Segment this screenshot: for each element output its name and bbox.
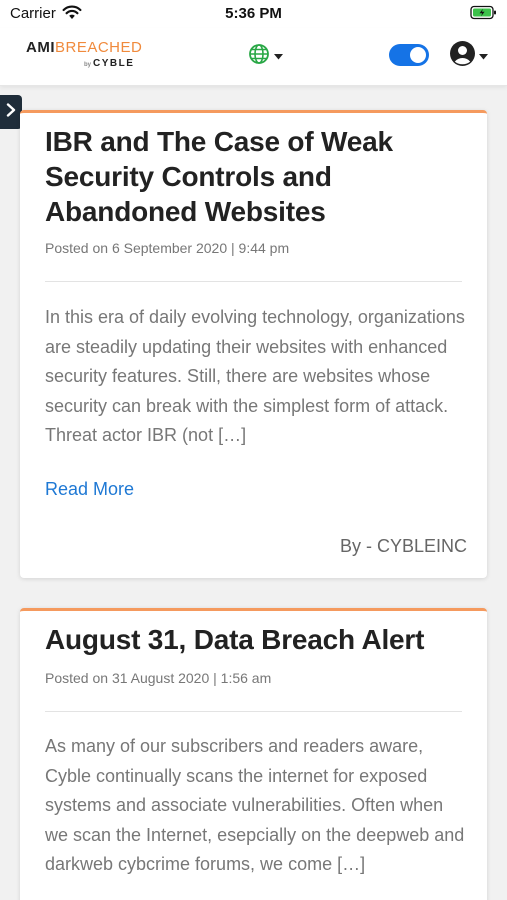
app-header: AMIBREACHED by CYBLE <box>0 28 507 86</box>
user-circle-icon <box>449 40 476 72</box>
post-title[interactable]: August 31, Data Breach Alert <box>45 622 467 657</box>
post-excerpt: In this era of daily evolving technology… <box>45 307 465 445</box>
divider <box>45 281 462 282</box>
logo-accent: BREACHED <box>55 39 143 56</box>
battery-charging-icon <box>470 5 497 25</box>
logo-by: by <box>84 62 92 68</box>
read-more-link[interactable]: Read More <box>45 479 134 500</box>
post-date: Posted on 31 August 2020 | 1:56 am <box>45 670 272 686</box>
globe-icon <box>248 43 270 70</box>
logo-brand: CYBLE <box>93 58 135 69</box>
chevron-right-icon <box>6 102 16 122</box>
user-menu[interactable] <box>449 40 491 72</box>
post-card: August 31, Data Breach Alert Posted on 3… <box>20 608 487 900</box>
chevron-down-icon <box>479 47 488 65</box>
post-excerpt: As many of our subscribers and readers a… <box>45 736 465 874</box>
post-card: IBR and The Case of Weak Security Contro… <box>20 110 487 578</box>
language-selector[interactable] <box>248 43 288 70</box>
amibreached-logo[interactable]: AMIBREACHED by CYBLE <box>26 39 156 73</box>
chevron-down-icon <box>274 47 283 65</box>
logo-primary: AMI <box>26 39 55 56</box>
status-bar: Carrier 5:36 PM <box>0 0 507 28</box>
post-author: By - CYBLEINC <box>339 536 467 556</box>
sidebar-toggle-button[interactable] <box>0 95 22 129</box>
post-title[interactable]: IBR and The Case of Weak Security Contro… <box>45 124 467 229</box>
toggle-knob <box>410 47 426 63</box>
clock: 5:36 PM <box>225 5 282 22</box>
post-date: Posted on 6 September 2020 | 9:44 pm <box>45 240 290 256</box>
theme-toggle[interactable] <box>389 44 429 66</box>
divider <box>45 711 462 712</box>
